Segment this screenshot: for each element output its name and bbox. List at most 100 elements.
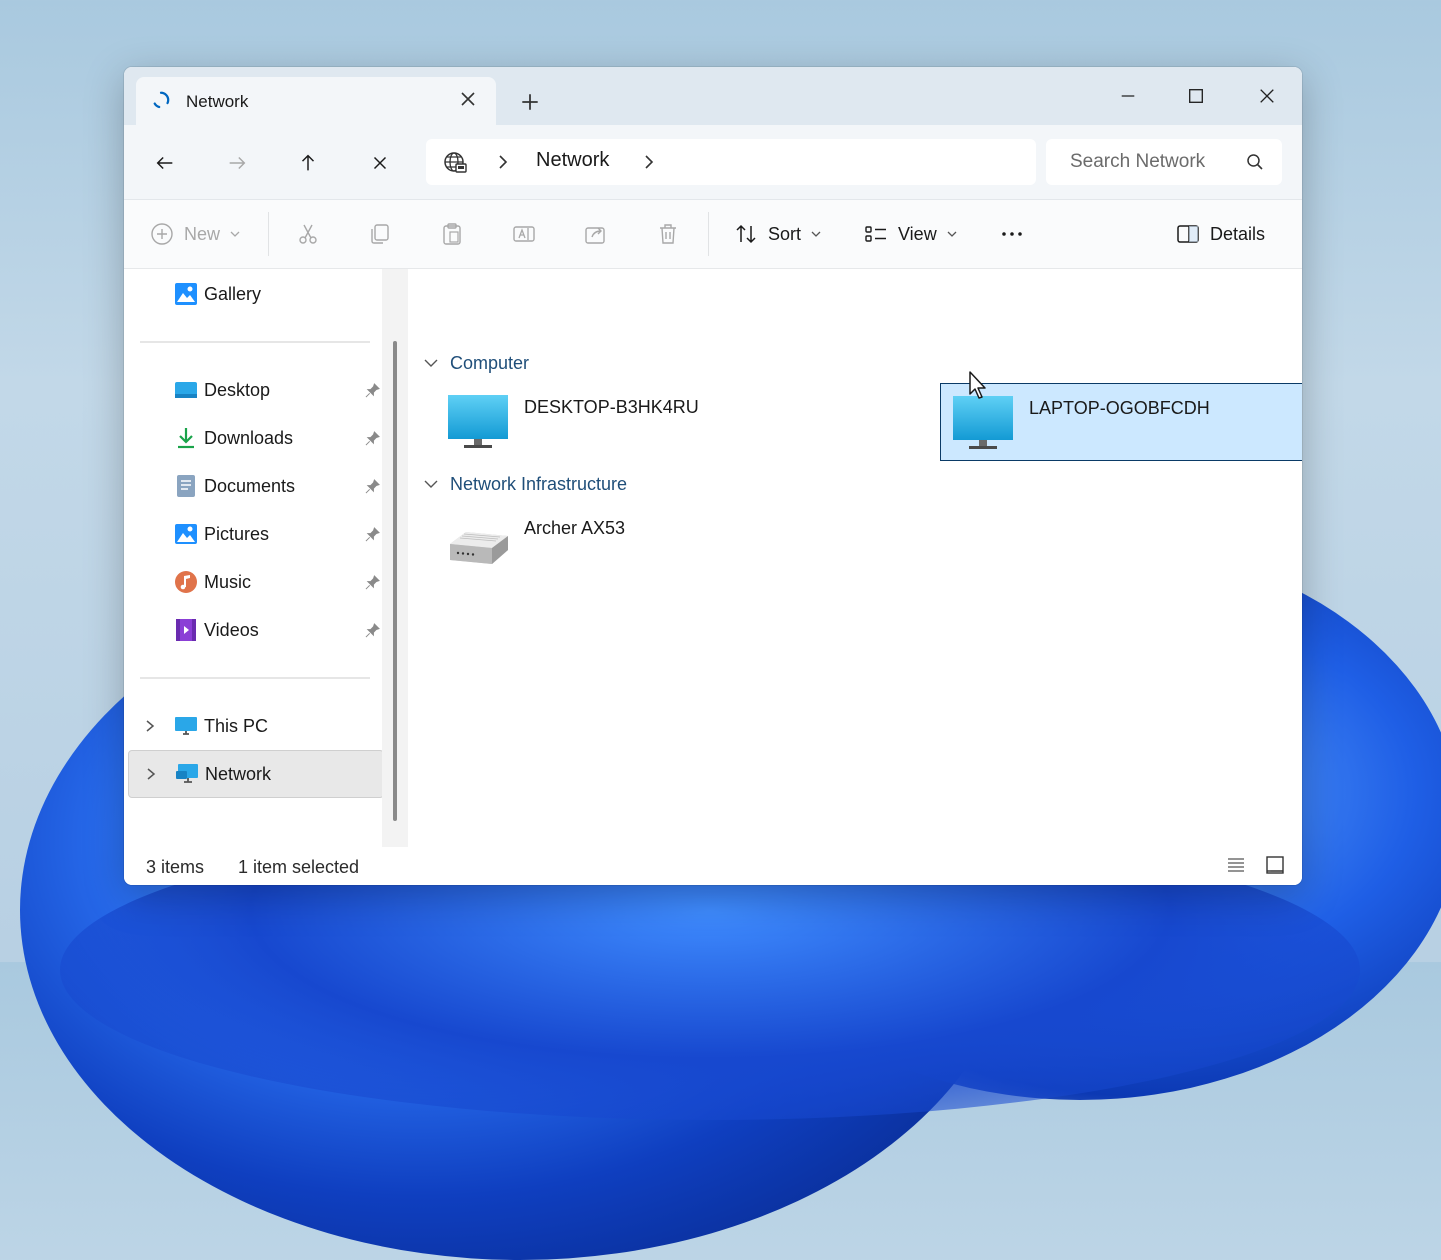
sidebar-item-label: Desktop [204,380,271,400]
file-list: Computer DESKTOP-B3HK4RU LAPTOP-OGOBFCDH [408,269,1302,847]
sidebar-item-documents[interactable]: Documents [128,463,382,509]
copy-button[interactable] [368,200,392,268]
cut-button[interactable] [296,200,320,268]
item-name: LAPTOP-OGOBFCDH [1029,398,1210,418]
sort-button[interactable]: Sort [734,200,821,268]
sidebar-item-label: Documents [204,476,296,496]
breadcrumb-item-network[interactable]: Network [536,149,609,172]
pin-icon[interactable] [365,479,380,494]
music-icon [175,571,197,593]
arrow-right-icon [229,156,246,170]
list-item[interactable]: Archer AX53 [436,504,810,580]
sidebar-item-label: Music [204,572,252,592]
tab-network[interactable]: Network [136,77,496,125]
computer-monitor-icon [448,395,508,448]
sidebar-item-label: Pictures [204,524,270,544]
forward-button[interactable] [217,143,257,183]
share-icon [585,227,605,244]
sidebar-item-label: Videos [204,620,259,640]
details-pane-icon [1177,225,1199,243]
close-tab-icon[interactable] [458,89,478,109]
rename-icon [513,226,535,242]
sidebar-item-this-pc[interactable]: This PC [128,703,382,749]
search-placeholder: Search Network [1070,151,1206,172]
group-header-network-infrastructure[interactable]: Network Infrastructure [424,472,627,496]
computer-monitor-icon [953,396,1013,449]
status-item-count: 3 items [146,857,205,877]
pin-icon[interactable] [365,527,380,542]
view-label: View [898,223,937,244]
downloads-icon [178,428,194,449]
toolbar-divider [268,212,269,256]
minimize-button[interactable] [1098,75,1158,117]
more-options-button[interactable] [1000,200,1024,268]
list-item-selected[interactable]: LAPTOP-OGOBFCDH [940,383,1302,461]
chevron-right-icon[interactable] [496,154,510,170]
more-horizontal-icon [1002,232,1022,236]
up-button[interactable] [288,143,328,183]
sidebar-divider [140,341,370,343]
maximize-icon [1189,89,1203,103]
search-input[interactable]: Search Network [1046,139,1282,185]
back-button[interactable] [145,143,185,183]
delete-button[interactable] [656,200,680,268]
new-button[interactable]: New [150,200,240,268]
chevron-right-icon[interactable] [144,719,156,733]
new-tab-icon[interactable] [519,91,541,113]
breadcrumb[interactable]: Network [426,139,1036,185]
group-header-label: Network Infrastructure [450,473,628,494]
search-icon [1247,154,1263,170]
details-view-icon[interactable] [1226,855,1246,875]
sidebar-item-label: Gallery [204,284,262,304]
pin-icon[interactable] [365,623,380,638]
chevron-right-icon[interactable] [642,154,656,170]
stop-loading-button[interactable] [360,143,400,183]
pin-icon[interactable] [365,383,380,398]
chevron-right-icon[interactable] [145,767,157,781]
share-button[interactable] [584,200,608,268]
sidebar-item-pictures[interactable]: Pictures [128,511,382,557]
pin-icon[interactable] [365,575,380,590]
address-bar-row: Network Search Network [124,125,1302,200]
list-item[interactable]: DESKTOP-B3HK4RU [436,383,810,459]
chevron-down-icon [947,231,957,237]
loading-spinner-icon [152,91,170,109]
sidebar-item-network[interactable]: Network [128,750,384,798]
rename-button[interactable] [512,200,536,268]
sort-icon [736,224,756,244]
close-icon [1260,89,1274,103]
tiles-view-icon[interactable] [1265,855,1285,875]
close-window-button[interactable] [1237,75,1297,117]
pictures-icon [175,524,197,544]
scrollbar-thumb[interactable] [393,341,397,821]
sidebar-item-videos[interactable]: Videos [128,607,382,653]
maximize-button[interactable] [1166,75,1226,117]
sidebar-item-music[interactable]: Music [128,559,382,605]
network-globe-icon [444,152,467,173]
details-pane-button[interactable]: Details [1176,200,1265,268]
arrow-up-icon [301,154,315,171]
copy-icon [371,224,389,244]
group-header-label: Computer [450,352,530,373]
sidebar-item-gallery[interactable]: Gallery [128,271,382,317]
chevron-down-icon [424,480,438,488]
sidebar-scrollbar[interactable] [382,269,408,847]
view-layout-icon [865,226,886,242]
status-selection: 1 item selected [238,857,360,877]
view-button[interactable]: View [864,200,957,268]
sidebar-item-desktop[interactable]: Desktop [128,367,382,413]
stop-icon [373,156,387,170]
navigation-pane: Gallery Desktop Downloads Documents Pict… [124,269,408,847]
desktop-folder-icon [175,382,197,398]
sidebar-item-downloads[interactable]: Downloads [128,415,382,461]
paste-button[interactable] [440,200,464,268]
title-bar: Network [124,67,1302,125]
pin-icon[interactable] [365,431,380,446]
group-header-computer[interactable]: Computer [424,351,529,375]
new-label: New [184,223,221,244]
paste-icon [443,223,461,245]
tab-title: Network [186,92,249,111]
arrow-left-icon [156,156,173,170]
sidebar-item-label: This PC [204,716,269,736]
toolbar-divider [708,212,709,256]
